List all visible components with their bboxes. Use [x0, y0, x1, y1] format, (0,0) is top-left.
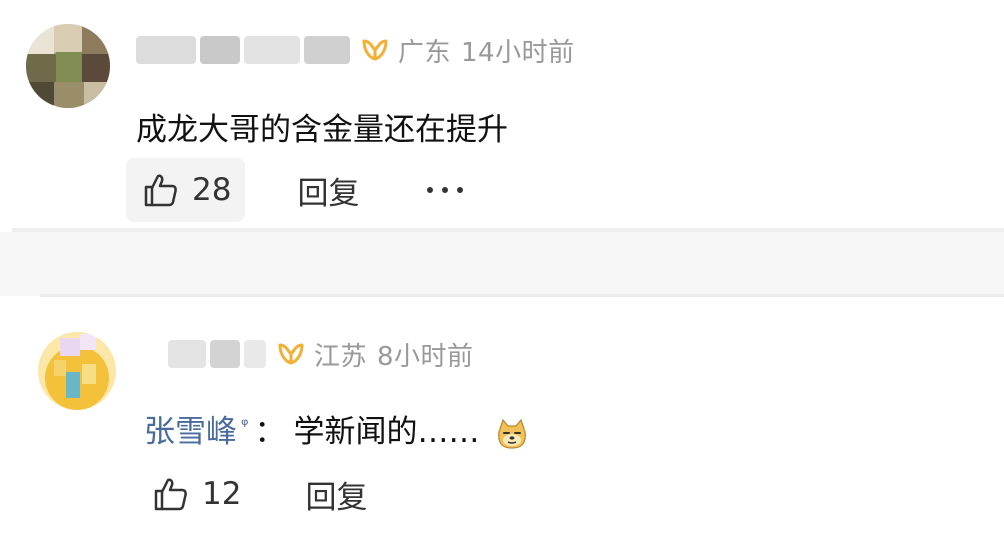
timestamp: 8小时前: [377, 341, 474, 372]
divider: [12, 228, 1004, 232]
username-blurred[interactable]: [168, 340, 206, 368]
thumbs-up-icon: [154, 478, 187, 511]
comment-body: 成龙大哥的含金量还在提升: [136, 112, 508, 148]
comment-item: 广东 14小时前 成龙大哥的含金量还在提升 28 回复: [0, 0, 1004, 232]
more-options-button[interactable]: [425, 184, 465, 196]
location: 江苏: [314, 341, 368, 372]
avatar[interactable]: [38, 332, 116, 410]
comment-text: 成龙大哥的含金量还在提升: [136, 104, 508, 149]
username-blurred[interactable]: [244, 36, 300, 64]
fan-badge-icon: [278, 343, 304, 365]
mention-icon: ᵠ: [241, 414, 249, 436]
reply-button[interactable]: 回复: [305, 472, 367, 517]
like-button[interactable]: 28: [126, 158, 246, 222]
avatar[interactable]: [26, 24, 110, 108]
comment-meta: 江苏 8小时前: [168, 334, 474, 374]
comment-text: 张雪峰 ᵠ：学新闻的……: [144, 406, 529, 451]
like-count: 28: [192, 172, 232, 208]
more-dots-icon: [427, 187, 464, 193]
location: 广东: [398, 37, 452, 68]
mention-separator: ：: [254, 414, 286, 450]
comment-separator: [0, 232, 1004, 296]
fan-badge-icon: [362, 39, 388, 61]
username-blurred[interactable]: [304, 36, 350, 64]
comment-actions: 28 回复: [126, 158, 465, 222]
username-blurred[interactable]: [210, 340, 240, 368]
thumbs-up-icon: [144, 174, 177, 207]
username-blurred[interactable]: [136, 36, 196, 64]
username-blurred[interactable]: [244, 340, 266, 368]
like-button[interactable]: 12: [136, 462, 255, 526]
comment-meta: 广东 14小时前: [136, 30, 575, 70]
user-mention[interactable]: 张雪峰: [144, 414, 237, 450]
like-count: 12: [202, 476, 242, 512]
comment-body: 学新闻的……: [293, 414, 480, 450]
comment-item: 江苏 8小时前 张雪峰 ᵠ：学新闻的…… 12 回复: [0, 296, 1004, 546]
timestamp: 14小时前: [461, 37, 575, 68]
doge-emoji-icon: [498, 418, 527, 449]
comment-actions: 12 回复: [136, 462, 367, 526]
username-blurred[interactable]: [200, 36, 240, 64]
reply-button[interactable]: 回复: [297, 168, 359, 213]
